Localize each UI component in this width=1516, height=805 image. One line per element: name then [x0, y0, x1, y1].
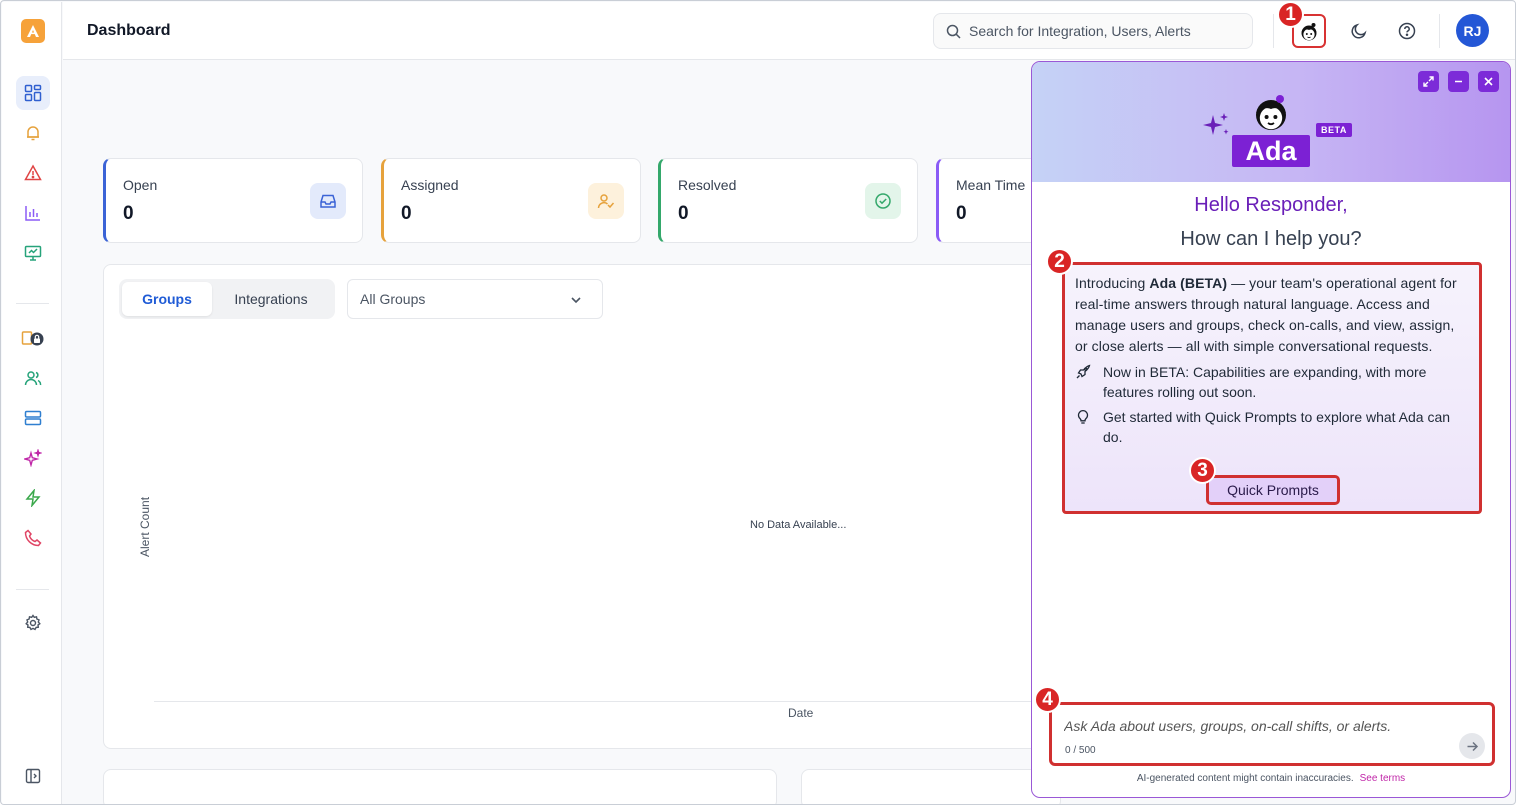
- beta-note: Now in BETA: Capabilities are expanding,…: [1075, 362, 1469, 402]
- minimize-icon[interactable]: [1448, 71, 1469, 92]
- sidebar-settings-gear-icon[interactable]: [16, 606, 50, 640]
- bottom-card-left: [103, 769, 777, 804]
- search-icon: [946, 24, 961, 39]
- stat-card-resolved[interactable]: Resolved 0: [658, 158, 918, 243]
- send-arrow-icon[interactable]: [1459, 733, 1485, 759]
- page-title: Dashboard: [87, 22, 171, 39]
- see-terms-link[interactable]: See terms: [1360, 773, 1406, 784]
- stat-card-assigned[interactable]: Assigned 0: [381, 158, 641, 243]
- step-marker-2: 2: [1046, 248, 1073, 275]
- stat-label: Mean Time: [956, 177, 1026, 193]
- sidebar-services-icon[interactable]: [16, 401, 50, 435]
- stat-label: Resolved: [678, 177, 737, 193]
- sidebar-monitor-icon[interactable]: [16, 236, 50, 270]
- stat-label: Open: [123, 177, 158, 193]
- view-tabs: Groups Integrations: [119, 279, 335, 319]
- stat-value: 0: [678, 203, 689, 224]
- app-logo[interactable]: [21, 19, 45, 43]
- stat-value: 0: [123, 203, 134, 224]
- sidebar-users-icon[interactable]: [16, 361, 50, 395]
- step-marker-1: 1: [1277, 1, 1304, 28]
- step-marker-3: 3: [1189, 457, 1216, 484]
- chevron-down-icon: [571, 297, 581, 304]
- ada-intro-box: Introducing Ada (BETA) — your team's ope…: [1062, 262, 1482, 514]
- global-search[interactable]: [933, 13, 1253, 49]
- stat-label: Assigned: [401, 177, 459, 193]
- sidebar-collapse-icon[interactable]: [16, 759, 50, 793]
- alerts-chart-panel: Groups Integrations All Groups Alert Cou…: [103, 264, 1064, 749]
- sidebar: [2, 2, 62, 804]
- empty-state-text: No Data Available...: [750, 519, 847, 531]
- stat-value: 0: [401, 203, 412, 224]
- sidebar-alerts-bell-icon[interactable]: [16, 116, 50, 150]
- close-icon[interactable]: [1478, 71, 1499, 92]
- sidebar-automation-bolt-icon[interactable]: [16, 481, 50, 515]
- stat-value: 0: [956, 203, 967, 224]
- expand-icon[interactable]: [1418, 71, 1439, 92]
- x-axis-line: [154, 701, 1064, 702]
- sidebar-reports-chart-icon[interactable]: [16, 196, 50, 230]
- prompts-note: Get started with Quick Prompts to explor…: [1075, 407, 1469, 447]
- beta-badge: BETA: [1316, 123, 1352, 137]
- sidebar-dashboard-icon[interactable]: [16, 76, 50, 110]
- y-axis-label: Alert Count: [138, 496, 152, 557]
- intro-text: Introducing Ada (BETA) — your team's ope…: [1075, 275, 1457, 354]
- tab-groups[interactable]: Groups: [122, 282, 212, 316]
- quick-prompts-button[interactable]: Quick Prompts: [1206, 475, 1340, 505]
- stat-card-open[interactable]: Open 0: [103, 158, 363, 243]
- ada-chat-box: 0 / 500: [1049, 702, 1495, 766]
- sidebar-phone-icon[interactable]: [16, 521, 50, 555]
- help-question-icon[interactable]: [1390, 14, 1424, 48]
- sidebar-ai-sparkles-icon[interactable]: [16, 441, 50, 475]
- check-circle-icon: [865, 183, 901, 219]
- ai-disclaimer: AI-generated content might contain inacc…: [1136, 773, 1406, 784]
- bottom-card-right: [801, 769, 1061, 804]
- ada-header: Ada BETA: [1032, 62, 1510, 182]
- greeting: Hello Responder,: [1194, 194, 1348, 216]
- sidebar-locked-module-icon[interactable]: [16, 321, 50, 355]
- group-select-value: All Groups: [360, 291, 426, 307]
- search-input[interactable]: [969, 23, 1239, 39]
- tab-integrations[interactable]: Integrations: [212, 282, 330, 316]
- rocket-icon: [1075, 362, 1103, 402]
- x-axis-label: Date: [788, 706, 814, 720]
- char-counter: 0 / 500: [1065, 745, 1096, 756]
- user-check-icon: [588, 183, 624, 219]
- help-question: How can I help you?: [1180, 228, 1362, 250]
- ada-chat-input[interactable]: [1064, 718, 1444, 734]
- inbox-icon: [310, 183, 346, 219]
- dark-mode-moon-icon[interactable]: [1342, 14, 1376, 48]
- sparkles-icon: [1203, 113, 1229, 135]
- sidebar-incidents-warning-icon[interactable]: [16, 156, 50, 190]
- ada-mascot-icon: [1256, 95, 1286, 130]
- step-marker-4: 4: [1034, 686, 1061, 713]
- app-window: Dashboard RJ 1 Open 0 Assigned 0: [0, 0, 1516, 805]
- user-avatar[interactable]: RJ: [1456, 14, 1489, 47]
- ada-logo-text: Ada: [1232, 135, 1310, 167]
- lightbulb-icon: [1075, 407, 1103, 447]
- group-select[interactable]: All Groups: [347, 279, 603, 319]
- ada-assistant-panel: Ada BETA Hello Responder, How can I help…: [1031, 61, 1511, 798]
